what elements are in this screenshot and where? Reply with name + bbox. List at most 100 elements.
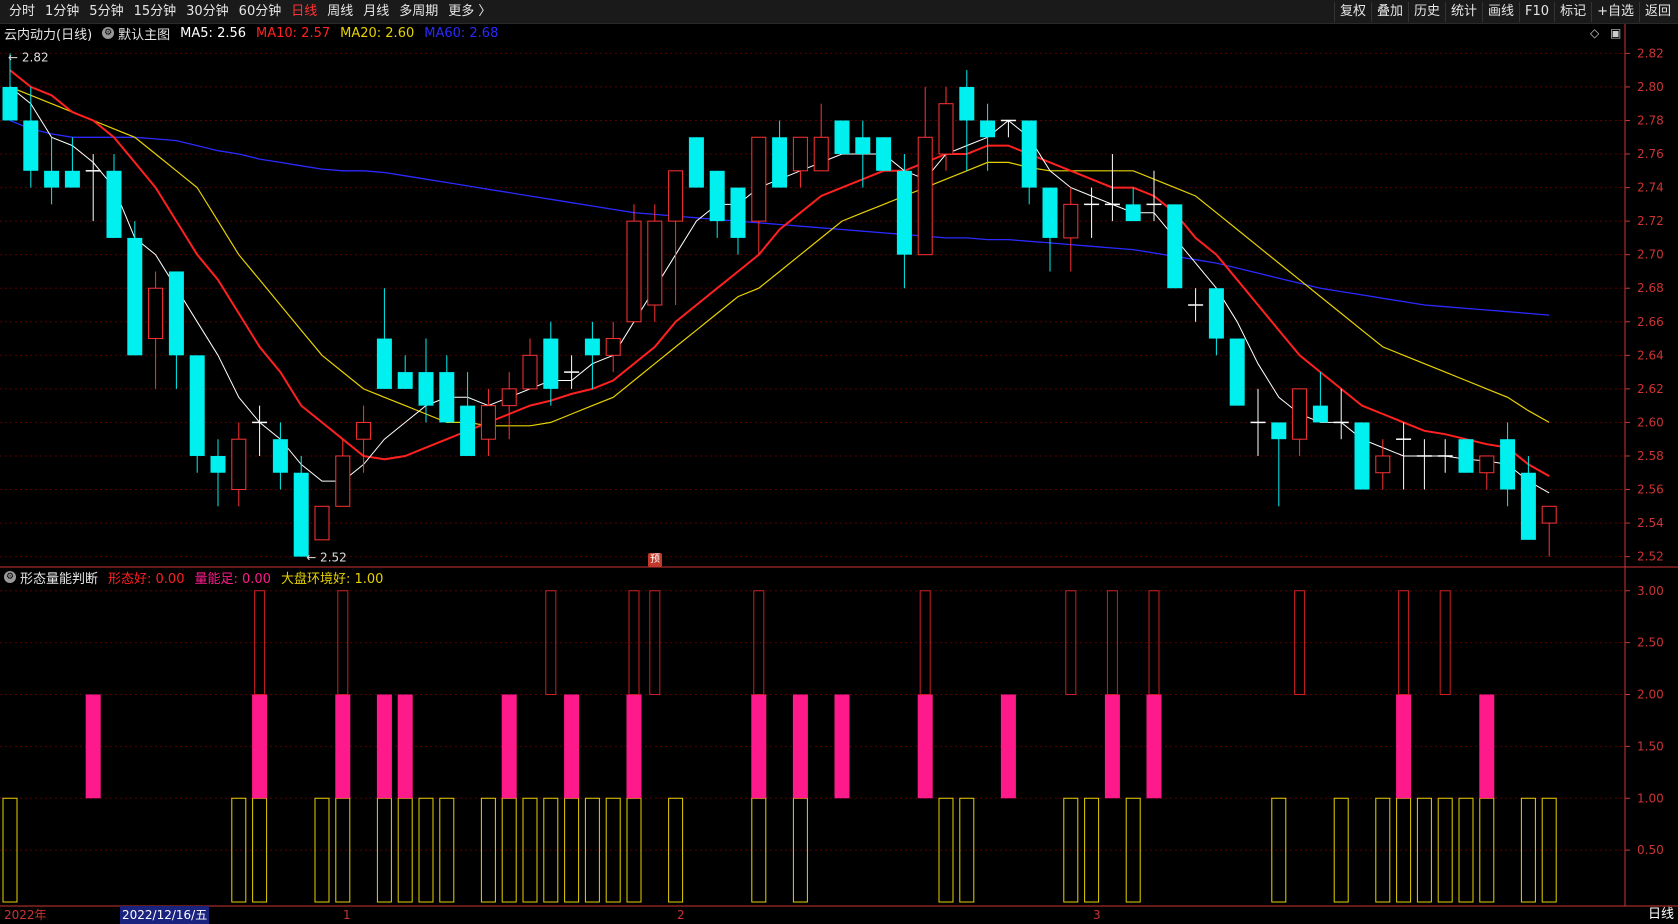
liangneng-bar: [751, 694, 767, 799]
date-axis: 2022年 2022/12/16/五 1 2 3 日线: [0, 906, 1678, 924]
price-tick-label: 2.82: [1637, 46, 1664, 60]
dapan-bar: [1375, 797, 1391, 903]
ma60-value: MA60: 2.68: [424, 25, 499, 41]
toolbar-button-4[interactable]: 画线: [1482, 2, 1519, 22]
price-tick-label: 2.74: [1637, 181, 1664, 195]
candle-body: [751, 136, 767, 222]
dapan-bar: [480, 797, 496, 903]
liangneng-bar: [834, 694, 850, 799]
month-2-label: 2: [677, 908, 685, 922]
ma10-value: MA10: 2.57: [256, 25, 331, 41]
candle-body: [772, 137, 788, 188]
candle-body: [168, 271, 184, 356]
dapan-bar: [1271, 797, 1287, 903]
high-annotation: ← 2.82: [8, 50, 49, 64]
price-tick-label: 2.64: [1637, 348, 1664, 362]
toolbar-button-7[interactable]: +自选: [1591, 2, 1639, 22]
candle-body: [834, 120, 850, 155]
candle-body: [64, 170, 80, 188]
candle-body: [709, 170, 725, 222]
candle-body: [688, 137, 704, 188]
candle-body: [439, 372, 455, 423]
toolbar-button-8[interactable]: 返回: [1638, 2, 1676, 22]
price-tick-label: 2.72: [1637, 214, 1664, 228]
ma20-value: MA20: 2.60: [340, 25, 415, 41]
period-tab-3[interactable]: 15分钟: [129, 0, 182, 24]
kline-chart[interactable]: ← 2.82 ← 2.52 2.82 2.80 2.78 2.76 2.74 2.72 2.7…: [0, 0, 1678, 924]
dapan-bar: [1520, 797, 1536, 903]
period-tab-8[interactable]: 月线: [358, 0, 394, 24]
indicator-name[interactable]: 形态量能判断: [20, 568, 98, 587]
toolbar-button-3[interactable]: 统计: [1445, 2, 1482, 22]
candle-body: [1208, 288, 1224, 339]
candle-body: [106, 170, 122, 238]
candle-body: [501, 388, 517, 407]
period-tab-2[interactable]: 5分钟: [84, 0, 128, 24]
candle-body: [1500, 439, 1516, 490]
indicator-tick-label: 2.00: [1637, 688, 1664, 702]
period-tab-0[interactable]: 分时: [4, 0, 40, 24]
period-tab-4[interactable]: 30分钟: [181, 0, 234, 24]
candle-body: [668, 170, 684, 222]
dapan-bar: [252, 797, 268, 903]
toolbar-button-6[interactable]: 标记: [1554, 2, 1591, 22]
candle-body: [1541, 505, 1557, 524]
price-tick-label: 2.56: [1637, 483, 1664, 497]
candle-body: [460, 405, 476, 456]
candle-body: [44, 170, 60, 188]
candle-body: [647, 220, 663, 306]
toolbar-button-2[interactable]: 历史: [1407, 2, 1445, 22]
settings-icon[interactable]: ⚙: [102, 27, 115, 39]
forecast-badge[interactable]: 预: [648, 553, 662, 567]
dapan-bar: [1541, 797, 1557, 903]
indicator-tick-label: 3.00: [1637, 584, 1664, 598]
period-tab-7[interactable]: 周线: [322, 0, 358, 24]
liangneng-bar: [564, 694, 580, 799]
candle-body: [1479, 455, 1495, 474]
candle-body: [231, 438, 247, 491]
candle-body: [1354, 422, 1370, 490]
candle-body: [876, 137, 892, 171]
template-name[interactable]: 默认主图: [118, 24, 170, 43]
candle-body: [418, 372, 434, 406]
toolbar-button-5[interactable]: F10: [1519, 2, 1554, 22]
month-3-label: 3: [1093, 908, 1101, 922]
candle-body: [730, 187, 746, 238]
period-tab-1[interactable]: 1分钟: [40, 0, 84, 24]
indicator-legend: ⚙ 形态量能判断 形态好: 0.00 量能足: 0.00 大盘环境好: 1.00: [4, 568, 393, 587]
candle-body: [1042, 187, 1058, 238]
price-tick-label: 2.80: [1637, 80, 1664, 94]
candle-body: [1458, 439, 1474, 473]
period-tab-9[interactable]: 多周期: [394, 0, 443, 24]
liangneng-bar: [376, 694, 392, 799]
candle-body: [148, 287, 164, 340]
liangneng-bar: [501, 694, 517, 799]
liangneng-bar: [626, 694, 642, 799]
ma5-value: MA5: 2.56: [180, 25, 247, 41]
candle-body: [1063, 203, 1079, 239]
candle-body: [1520, 472, 1536, 540]
toolbar-button-0[interactable]: 复权: [1333, 2, 1371, 22]
candle-body: [1167, 204, 1183, 289]
candle-body: [397, 372, 413, 389]
indicator-tick-label: 1.50: [1637, 739, 1664, 753]
dapan-bar: [751, 797, 767, 903]
square-icon[interactable]: ▣: [1610, 26, 1621, 40]
diamond-icon[interactable]: ◇: [1590, 26, 1599, 40]
candle-body: [127, 237, 143, 356]
period-label[interactable]: 日线: [1648, 906, 1674, 924]
liangneng-bar: [1479, 694, 1495, 799]
price-tick-label: 2.76: [1637, 147, 1664, 161]
dapan-bar: [584, 797, 600, 903]
candle-body: [938, 103, 954, 155]
period-tab-10[interactable]: 更多 〉: [443, 0, 496, 24]
candle-body: [543, 338, 559, 389]
indicator-settings-icon[interactable]: ⚙: [4, 571, 16, 583]
period-tab-6[interactable]: 日线: [286, 0, 322, 24]
indicator-tick-label: 0.50: [1637, 843, 1664, 857]
candle-body: [584, 338, 600, 356]
toolbar-button-1[interactable]: 叠加: [1370, 2, 1408, 22]
candle-body: [2, 86, 18, 121]
indicator-tick-label: 2.50: [1637, 636, 1664, 650]
period-tab-5[interactable]: 60分钟: [234, 0, 287, 24]
